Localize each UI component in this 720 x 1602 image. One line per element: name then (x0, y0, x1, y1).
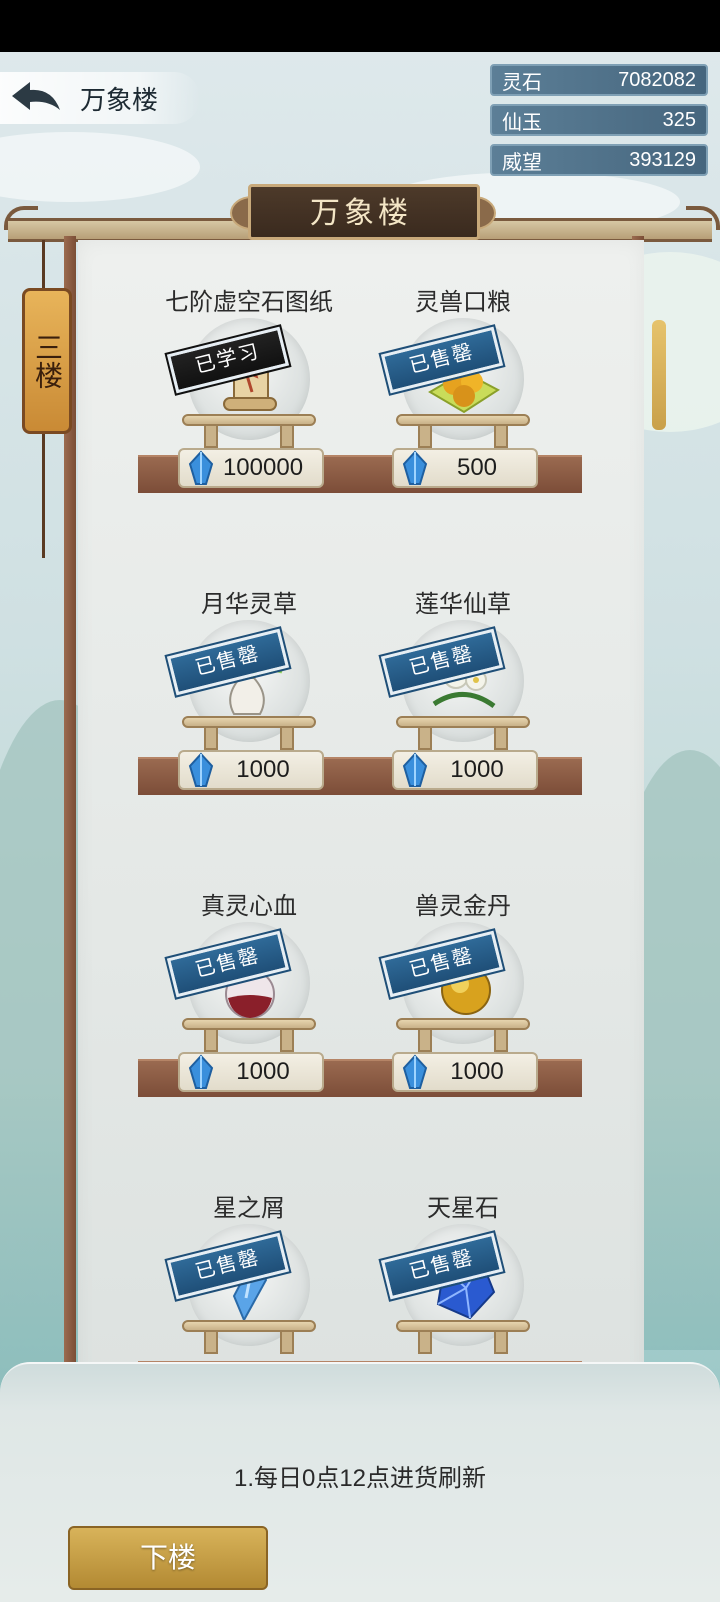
display-stand (182, 414, 316, 448)
back-button[interactable] (8, 76, 64, 120)
price-value: 100000 (222, 454, 304, 481)
resource-xianyu: 仙玉 325 (490, 104, 708, 136)
resource-label: 威望 (502, 151, 542, 174)
display-stand (396, 1320, 530, 1354)
item-name: 莲华仙草 (415, 591, 511, 618)
price-tag: 1000 (178, 1052, 324, 1092)
tassel-decoration (652, 320, 666, 430)
spirit-stone-icon (402, 752, 428, 787)
item-name: 星之屑 (213, 1195, 285, 1222)
price-tag: 1000 (392, 1052, 538, 1092)
price-tag: 1000 (392, 750, 538, 790)
resource-label: 仙玉 (502, 111, 542, 134)
price-value: 500 (456, 454, 498, 481)
display-stand (182, 1018, 316, 1052)
item-name: 真灵心血 (201, 893, 297, 920)
spirit-stone-icon (402, 450, 428, 485)
refresh-notice: 1.每日0点12点进货刷新 (233, 1465, 487, 1492)
price-value: 1000 (236, 1058, 290, 1085)
spirit-stone-icon (188, 1054, 214, 1089)
floor-tag[interactable]: 三楼 (22, 288, 72, 434)
shop-sign-title: 万象楼 (310, 196, 412, 231)
price-tag: 100000 (178, 448, 324, 488)
price-value: 1000 (236, 756, 290, 783)
resource-lingshi: 灵石 7082082 (490, 64, 708, 96)
resource-value: 325 (662, 108, 696, 131)
resource-value: 7082082 (618, 68, 696, 91)
spirit-stone-icon (402, 1054, 428, 1089)
display-stand (396, 1018, 530, 1052)
item-name: 七阶虚空石图纸 (165, 289, 333, 316)
item-name: 兽灵金丹 (415, 893, 511, 920)
item-name: 天星石 (427, 1195, 499, 1222)
display-stand (182, 1320, 316, 1354)
resource-weiwang: 威望 393129 (490, 144, 708, 176)
resource-label: 灵石 (502, 71, 542, 94)
price-value: 1000 (450, 756, 504, 783)
spirit-stone-icon (188, 752, 214, 787)
status-bar (0, 0, 720, 52)
display-stand (182, 716, 316, 750)
item-name: 灵兽口粮 (415, 289, 511, 316)
shop-sign: 万象楼 (230, 178, 496, 240)
page-title: 万象楼 (80, 84, 159, 115)
resource-value: 393129 (629, 148, 696, 171)
spirit-stone-icon (188, 450, 214, 485)
item-name: 月华灵草 (201, 591, 297, 618)
back-arrow-icon (12, 82, 60, 110)
price-tag: 1000 (178, 750, 324, 790)
header-bar: 万象楼 (0, 72, 200, 124)
display-stand (396, 716, 530, 750)
display-stand (396, 414, 530, 448)
resource-panel: 灵石 7082082 仙玉 325 威望 393129 (490, 64, 708, 184)
go-downstairs-button[interactable]: 下楼 (68, 1526, 268, 1590)
price-value: 1000 (450, 1058, 504, 1085)
price-tag: 500 (392, 448, 538, 488)
